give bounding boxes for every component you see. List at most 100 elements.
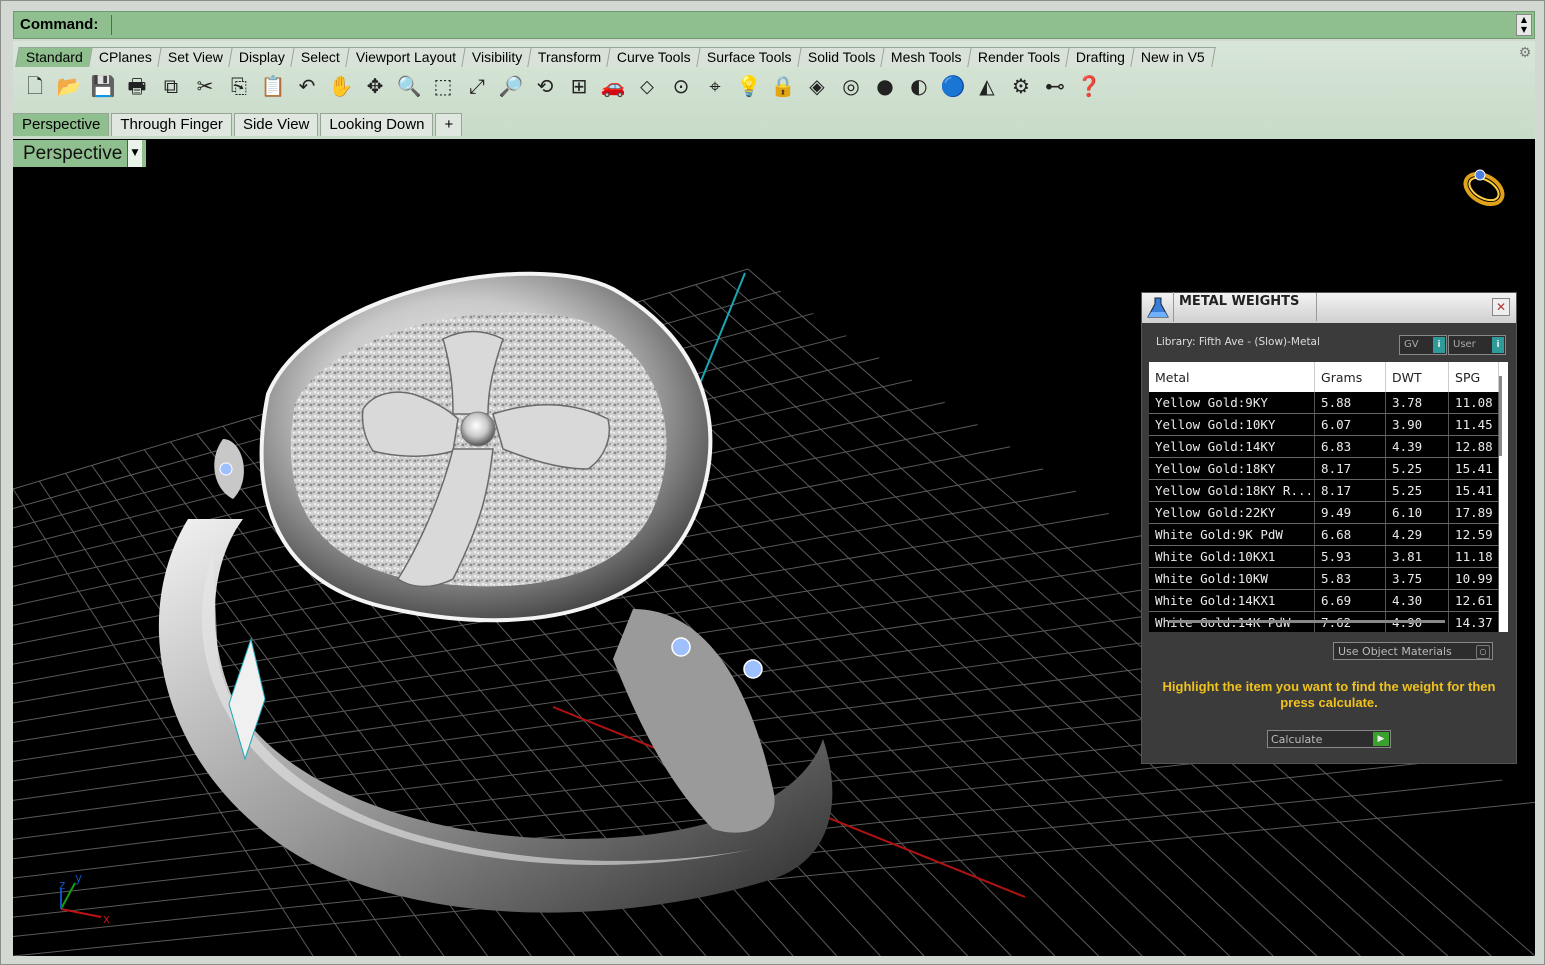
world-axes-icon: x y z bbox=[59, 871, 110, 926]
close-icon[interactable]: ✕ bbox=[1492, 298, 1510, 316]
toolbar-tab-visibility[interactable]: Visibility bbox=[460, 47, 533, 67]
command-input[interactable] bbox=[111, 15, 1516, 35]
metal-cell: Yellow Gold:18KY bbox=[1149, 457, 1316, 480]
toolbar-tab-drafting[interactable]: Drafting bbox=[1065, 47, 1136, 67]
save-icon[interactable]: 💾 bbox=[89, 72, 117, 100]
table-row[interactable]: Yellow Gold:18KY R... 8.17 5.25 15.41 bbox=[1149, 479, 1500, 502]
table-row[interactable]: White Gold:9K PdW 6.68 4.29 12.59 bbox=[1149, 523, 1500, 546]
copy-icon[interactable]: ⎘ bbox=[225, 72, 253, 100]
shaded-sphere-icon[interactable]: ● bbox=[871, 72, 899, 100]
zoom-icon[interactable]: 🔍 bbox=[395, 72, 423, 100]
tab-label: Mesh Tools bbox=[890, 49, 962, 65]
vertical-scrollbar[interactable] bbox=[1499, 376, 1502, 456]
export-icon[interactable]: ⧉ bbox=[157, 72, 185, 100]
metal-cell: White Gold:14KX1 bbox=[1149, 589, 1316, 612]
cplane-icon[interactable]: ⬦ bbox=[633, 72, 661, 100]
new-icon[interactable]: 🗋 bbox=[21, 72, 49, 100]
toolbar-tab-render-tools[interactable]: Render Tools bbox=[966, 47, 1071, 67]
move-view-icon[interactable]: ✥ bbox=[361, 72, 389, 100]
toolbar-tab-set-view[interactable]: Set View bbox=[156, 47, 234, 67]
command-history-spinner[interactable]: ▲ ▼ bbox=[1516, 14, 1532, 36]
toolbar-tab-curve-tools[interactable]: Curve Tools bbox=[606, 47, 702, 67]
cut-icon[interactable]: ✂ bbox=[191, 72, 219, 100]
dwt-cell: 3.81 bbox=[1385, 545, 1450, 568]
open-icon[interactable]: 📂 bbox=[55, 72, 83, 100]
print-icon[interactable]: 🖶 bbox=[123, 72, 151, 100]
blue-sphere-icon[interactable]: 🔵 bbox=[939, 72, 967, 100]
toolbar-tab-mesh-tools[interactable]: Mesh Tools bbox=[880, 47, 973, 67]
color-wheel-icon[interactable]: ◎ bbox=[837, 72, 865, 100]
toolbar-tab-transform[interactable]: Transform bbox=[527, 47, 613, 67]
table-row[interactable]: White Gold:10KW 5.83 3.75 10.99 bbox=[1149, 567, 1500, 590]
osnap-icon[interactable]: ⌖ bbox=[701, 72, 729, 100]
paste-icon[interactable]: 📋 bbox=[259, 72, 287, 100]
layer-icon[interactable]: ◈ bbox=[803, 72, 831, 100]
metal-cell: White Gold:10KX1 bbox=[1149, 545, 1316, 568]
toolbar-options-icon[interactable]: ⚙ bbox=[1517, 45, 1533, 61]
table-row[interactable]: Yellow Gold:10KY 6.07 3.90 11.45 bbox=[1149, 413, 1500, 436]
user-toggle-label: User bbox=[1453, 339, 1476, 350]
spg-cell: 12.61 bbox=[1448, 589, 1500, 612]
gv-toggle[interactable]: GV i bbox=[1399, 335, 1447, 355]
toolbar-tab-viewport-layout[interactable]: Viewport Layout bbox=[344, 47, 467, 67]
rendered-sphere-icon[interactable]: ◐ bbox=[905, 72, 933, 100]
column-header[interactable]: DWT bbox=[1385, 362, 1450, 392]
user-toggle[interactable]: User i bbox=[1448, 335, 1506, 355]
dimension-icon[interactable]: ⊷ bbox=[1041, 72, 1069, 100]
viewport-tab-looking-down[interactable]: Looking Down bbox=[320, 113, 434, 136]
table-row[interactable]: Yellow Gold:18KY 8.17 5.25 15.41 bbox=[1149, 457, 1500, 480]
toolbar-tab-select[interactable]: Select bbox=[289, 47, 351, 67]
dwt-cell: 5.25 bbox=[1385, 457, 1450, 480]
lock-icon[interactable]: 🔒 bbox=[769, 72, 797, 100]
help-icon[interactable]: ❓ bbox=[1075, 72, 1103, 100]
car-icon[interactable]: 🚗 bbox=[599, 72, 627, 100]
column-header[interactable]: Grams bbox=[1314, 362, 1387, 392]
table-row[interactable]: Yellow Gold:22KY 9.49 6.10 17.89 bbox=[1149, 501, 1500, 524]
add-viewport-tab[interactable]: + bbox=[435, 113, 463, 136]
point-icon[interactable]: ⊙ bbox=[667, 72, 695, 100]
metal-cell: Yellow Gold:14KY bbox=[1149, 435, 1316, 458]
standard-toolbar: 🗋 📂 💾 🖶 ⧉ ✂ ⎘ 📋 ↶ ✋ ✥ 🔍 ⬚ ⤢ 🔎 ⟲ ⊞ 🚗 ⬦ ⊙ ⌖ 💡 🔒 ◈ ◎ ● ◐ 🔵 ◭ ⚙ ⊷ ❓ bbox=[21, 71, 1103, 101]
calculate-button[interactable]: Calculate ▶ bbox=[1267, 730, 1391, 748]
viewport-menu-arrow[interactable]: ▼ bbox=[127, 140, 142, 167]
column-header[interactable]: Metal bbox=[1149, 362, 1316, 392]
perspective-viewport[interactable]: Perspective ▼ x y z METAL WEIGHTS ✕ Libr… bbox=[13, 139, 1535, 956]
toolbar-tab-cplanes[interactable]: CPlanes bbox=[88, 47, 163, 67]
table-row[interactable]: White Gold:14KX1 6.69 4.30 12.61 bbox=[1149, 589, 1500, 612]
viewport-tab-through-finger[interactable]: Through Finger bbox=[111, 113, 232, 136]
toolbar-tab-standard[interactable]: Standard bbox=[15, 47, 94, 67]
viewport-grid-icon[interactable]: ⊞ bbox=[565, 72, 593, 100]
panel-header: METAL WEIGHTS ✕ bbox=[1142, 292, 1516, 323]
toolbar-area: Standard CPlanes Set View Display Select View… bbox=[13, 41, 1535, 139]
zoom-window-icon[interactable]: ⬚ bbox=[429, 72, 457, 100]
tab-label: Render Tools bbox=[977, 49, 1060, 65]
toolbar-tab-solid-tools[interactable]: Solid Tools bbox=[796, 47, 886, 67]
zoom-extents-icon[interactable]: ⤢ bbox=[463, 72, 491, 100]
use-object-materials-select[interactable]: Use Object Materials ○ bbox=[1333, 642, 1493, 660]
pan-icon[interactable]: ✋ bbox=[327, 72, 355, 100]
spg-cell: 11.08 bbox=[1448, 392, 1500, 414]
grams-cell: 8.17 bbox=[1314, 457, 1387, 480]
viewport-tab-side-view[interactable]: Side View bbox=[233, 113, 319, 136]
tab-label: Standard bbox=[25, 49, 83, 65]
toolbar-tab-new-in-v5[interactable]: New in V5 bbox=[1130, 47, 1216, 67]
light-icon[interactable]: 💡 bbox=[735, 72, 763, 100]
table-row[interactable]: Yellow Gold:9KY 5.88 3.78 11.08 bbox=[1149, 392, 1500, 414]
ring-navigator-icon[interactable] bbox=[1459, 163, 1509, 209]
undo-icon[interactable]: ↶ bbox=[293, 72, 321, 100]
command-bar: Command: ▲ ▼ bbox=[13, 11, 1535, 39]
material-icon[interactable]: ◭ bbox=[973, 72, 1001, 100]
viewport-tab-perspective[interactable]: Perspective bbox=[13, 113, 110, 136]
settings-icon[interactable]: ⚙ bbox=[1007, 72, 1035, 100]
zoom-selected-icon[interactable]: 🔎 bbox=[497, 72, 525, 100]
table-row[interactable]: White Gold:10KX1 5.93 3.81 11.18 bbox=[1149, 545, 1500, 568]
metal-weights-panel: METAL WEIGHTS ✕ Library: Fifth Ave - (Sl… bbox=[1141, 292, 1517, 764]
toolbar-tab-surface-tools[interactable]: Surface Tools bbox=[696, 47, 803, 67]
rotate-view-icon[interactable]: ⟲ bbox=[531, 72, 559, 100]
toolbar-tab-display[interactable]: Display bbox=[227, 47, 296, 67]
column-header[interactable]: SPG bbox=[1448, 362, 1500, 392]
horizontal-scrollbar[interactable] bbox=[1169, 620, 1445, 623]
ring-model[interactable] bbox=[158, 271, 833, 913]
table-row[interactable]: Yellow Gold:14KY 6.83 4.39 12.88 bbox=[1149, 435, 1500, 458]
app-window: Command: ▲ ▼ Standard CPlanes Set View Displ… bbox=[0, 0, 1545, 965]
